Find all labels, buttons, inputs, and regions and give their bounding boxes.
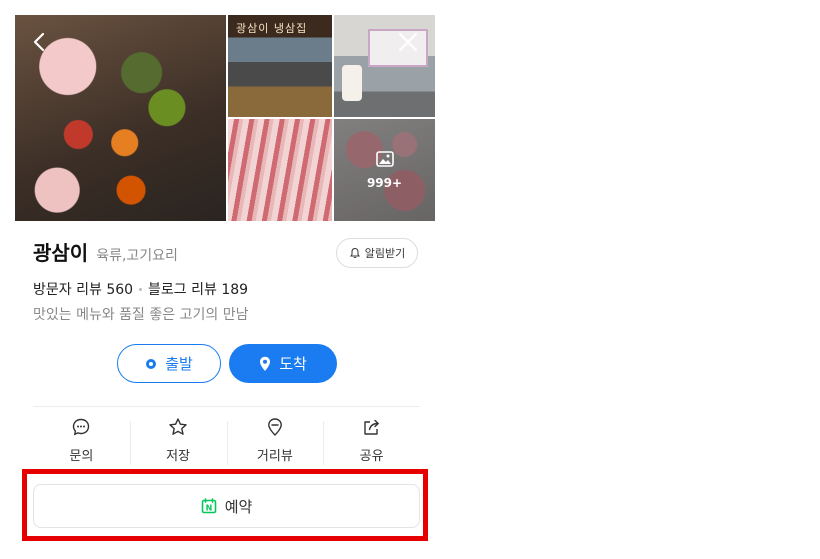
action-bar: 문의 저장 거리뷰 공유 [33, 417, 420, 475]
visitor-review-link[interactable]: 방문자 리뷰 560 [33, 279, 133, 299]
photo-storefront[interactable]: 광삼이 냉삼집 [228, 15, 332, 117]
chevron-left-icon [33, 32, 45, 52]
blog-review-link[interactable]: 블로그 리뷰 189 [148, 279, 248, 299]
start-point-icon [146, 358, 157, 369]
arrive-button[interactable]: 도착 [229, 344, 337, 383]
visitor-review-label: 방문자 리뷰 [33, 282, 102, 298]
share-label: 공유 [359, 449, 384, 464]
visitor-review-count: 560 [106, 282, 134, 298]
place-name: 광삼이 [33, 241, 89, 265]
alarm-button[interactable]: 알림받기 [336, 238, 418, 268]
image-icon [375, 151, 394, 167]
close-button[interactable] [395, 29, 421, 55]
bell-icon [349, 247, 360, 259]
naver-booking-badge: N [205, 504, 212, 513]
photo-grid[interactable]: 광삼이 냉삼집 999+ [15, 15, 435, 221]
separator-dot [139, 287, 143, 291]
location-pin-icon [260, 356, 271, 371]
reserve-label: 예약 [224, 497, 253, 516]
arrive-label: 도착 [279, 355, 307, 373]
close-icon [398, 32, 418, 52]
street-view-button[interactable]: 거리뷰 [226, 417, 324, 475]
place-panel: 광삼이 냉삼집 999+ 광삼이 육류,고기요리 알림받기 방문자 리뷰 560… [15, 15, 435, 545]
naver-booking-icon: N [201, 498, 216, 514]
share-icon [363, 419, 379, 435]
inquiry-button[interactable]: 문의 [33, 417, 130, 475]
title-row: 광삼이 육류,고기요리 [33, 237, 178, 266]
star-icon [169, 418, 187, 435]
alarm-label: 알림받기 [364, 247, 406, 260]
reserve-button[interactable]: N 예약 [33, 484, 420, 528]
blog-review-label: 블로그 리뷰 [148, 282, 217, 298]
review-stats: 방문자 리뷰 560 블로그 리뷰 189 [33, 279, 248, 299]
save-button[interactable]: 저장 [129, 417, 227, 475]
share-button[interactable]: 공유 [323, 417, 420, 475]
street-view-label: 거리뷰 [256, 449, 293, 464]
save-label: 저장 [166, 449, 191, 464]
storefront-sign-text: 광삼이 냉삼집 [236, 22, 308, 35]
photo-more[interactable]: 999+ [334, 119, 435, 221]
blog-review-count: 189 [221, 282, 249, 298]
back-button[interactable] [27, 29, 53, 55]
place-description: 맛있는 메뉴와 품질 좋은 고기의 만남 [33, 307, 249, 323]
start-button[interactable]: 출발 [117, 344, 221, 383]
more-photos[interactable]: 999+ [334, 149, 435, 191]
interior-bag [342, 65, 362, 101]
street-view-icon [267, 418, 282, 436]
more-photos-count: 999+ [366, 176, 403, 190]
direction-buttons: 출발 도착 [117, 344, 337, 383]
place-category: 육류,고기요리 [96, 248, 178, 264]
chat-bubble-icon [73, 418, 90, 436]
start-label: 출발 [165, 355, 193, 373]
photo-meat[interactable] [228, 119, 332, 221]
inquiry-label: 문의 [69, 449, 94, 464]
divider [33, 406, 420, 407]
